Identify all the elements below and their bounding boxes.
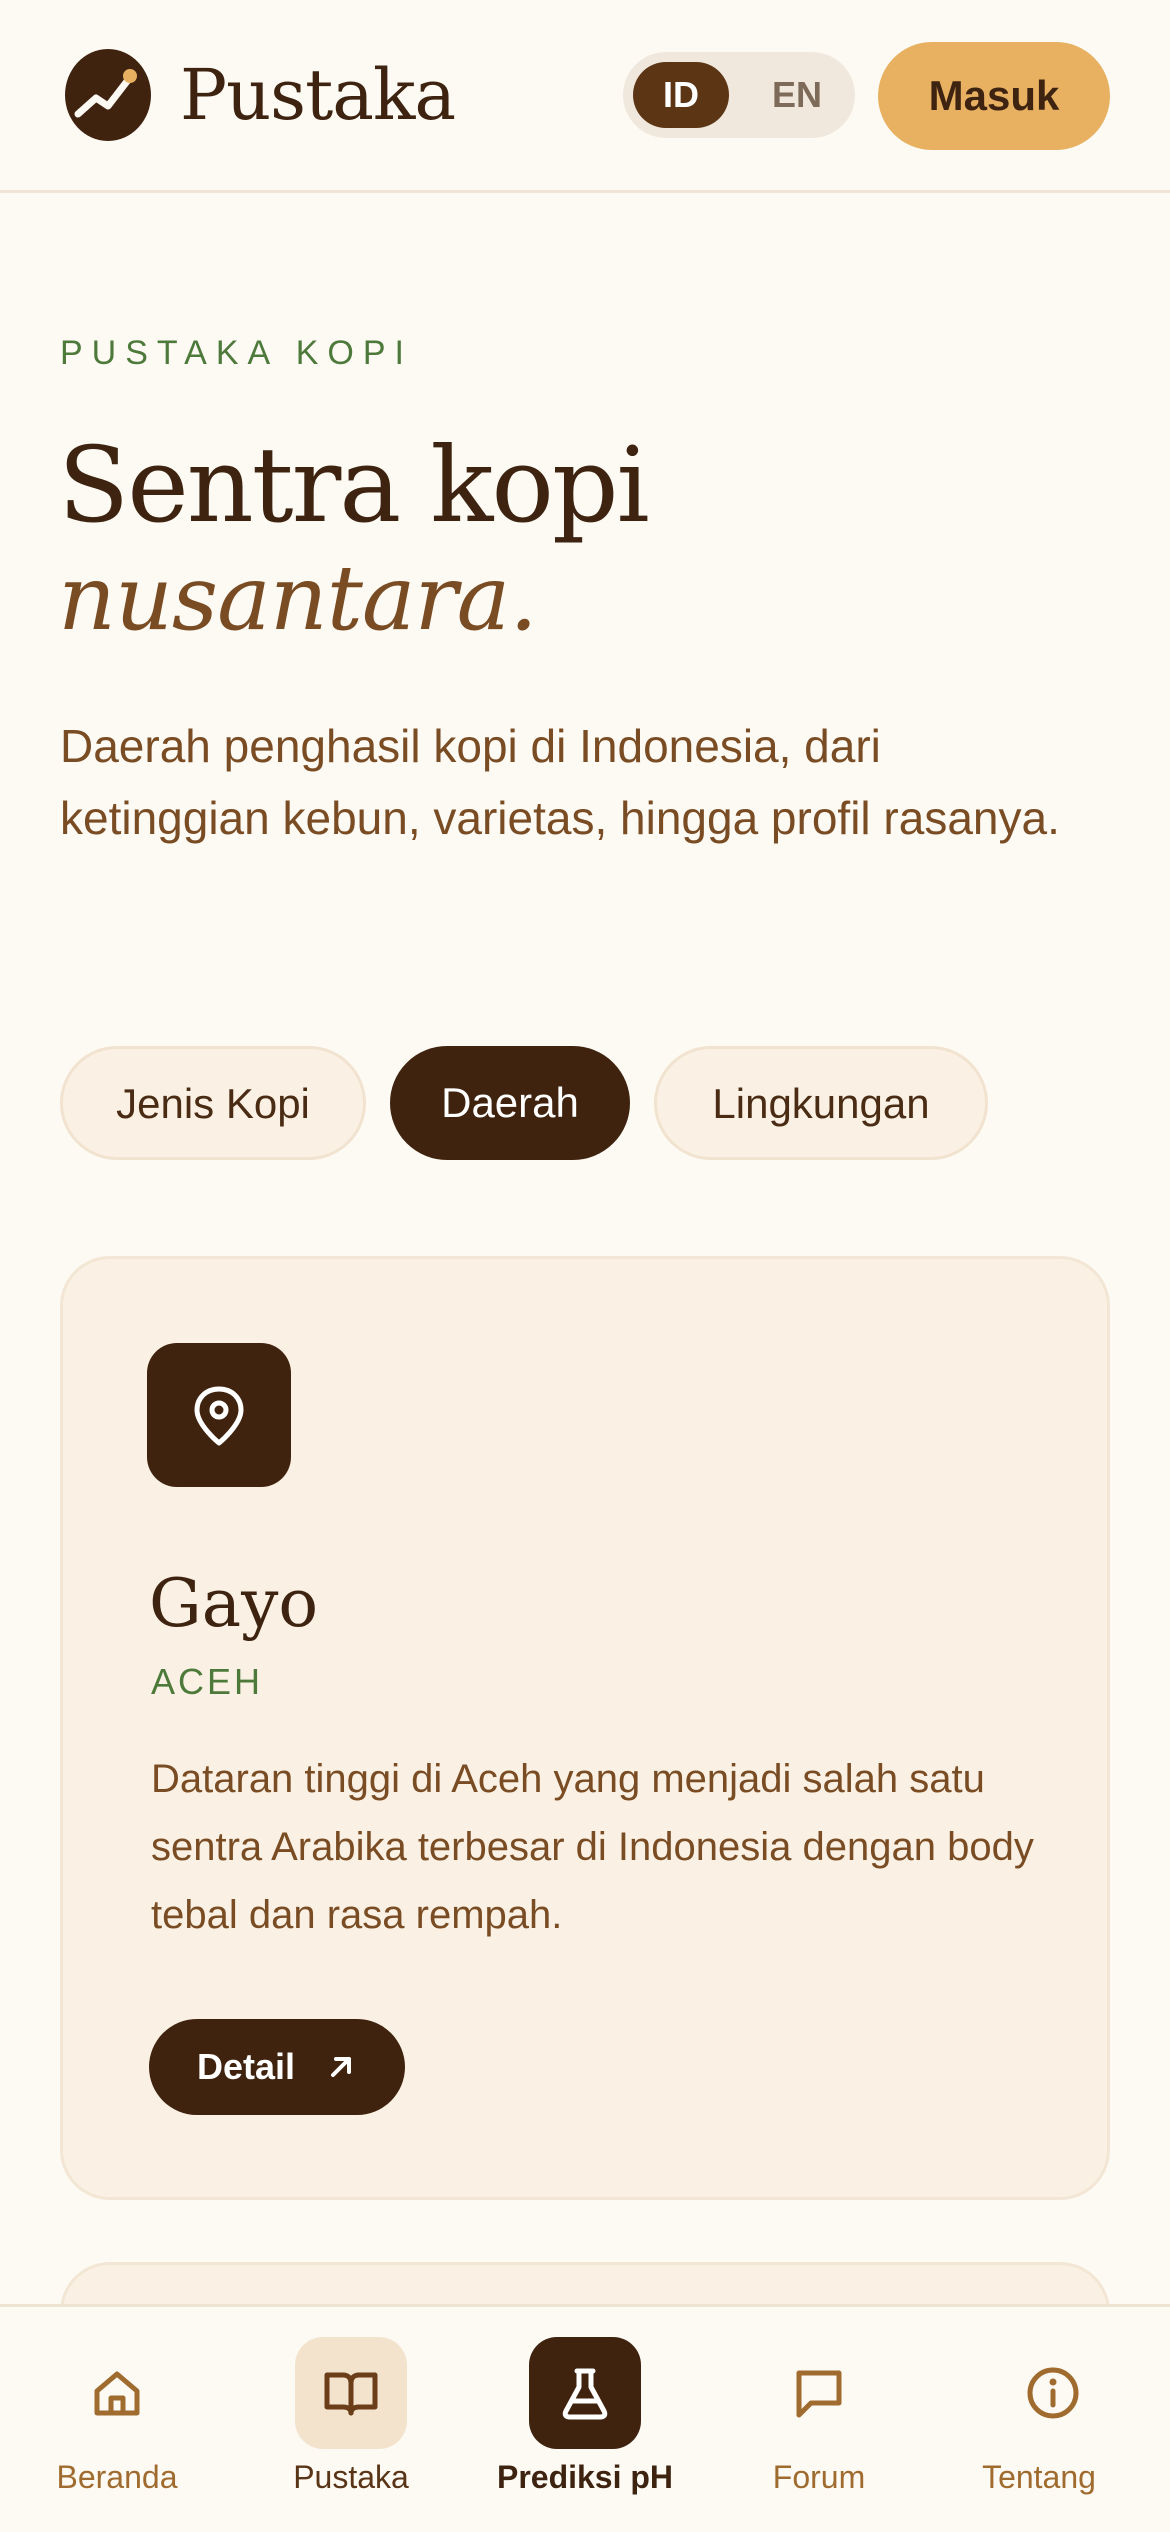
region-card: Gayo ACEH Dataran tinggi di Aceh yang me…: [60, 1256, 1110, 2200]
bottom-navigation: Beranda Pustaka Prediksi pH Forum Tentan…: [0, 2304, 1170, 2532]
map-pin-icon: [147, 1343, 291, 1487]
page-title-italic: nusantara.: [58, 546, 538, 651]
arrow-up-right-icon: [331, 2057, 351, 2077]
nav-item-prediksi-ph[interactable]: Prediksi pH: [468, 2307, 702, 2532]
nav-label-forum: Forum: [772, 2459, 866, 2495]
region-title: Gayo: [149, 1565, 319, 1642]
section-eyebrow: PUSTAKA KOPI: [60, 334, 414, 372]
top-header: Pustaka ID EN Masuk: [0, 0, 1170, 193]
nav-item-beranda[interactable]: Beranda: [0, 2307, 234, 2532]
info-icon: [997, 2337, 1109, 2449]
lang-option-en[interactable]: EN: [749, 62, 845, 128]
nav-label-pustaka: Pustaka: [293, 2459, 409, 2495]
lang-option-id[interactable]: ID: [633, 62, 729, 128]
nav-item-pustaka[interactable]: Pustaka: [234, 2307, 468, 2532]
chat-icon: [763, 2337, 875, 2449]
nav-label-prediksi-ph: Prediksi pH: [496, 2459, 674, 2495]
region-province: ACEH: [151, 1661, 264, 1702]
flask-icon: [529, 2337, 641, 2449]
logo-icon[interactable]: [64, 48, 152, 142]
nav-item-tentang[interactable]: Tentang: [936, 2307, 1170, 2532]
home-icon: [61, 2337, 173, 2449]
detail-button[interactable]: Detail: [149, 2019, 405, 2115]
language-toggle[interactable]: ID EN: [623, 52, 855, 138]
nav-label-beranda: Beranda: [56, 2459, 178, 2495]
book-icon: [295, 2337, 407, 2449]
login-button[interactable]: Masuk: [878, 42, 1110, 150]
page-lead: Daerah penghasil kopi di Indonesia, dari…: [60, 720, 1060, 844]
filter-chip-daerah[interactable]: Daerah: [390, 1046, 630, 1160]
filter-chip-jenis-kopi[interactable]: Jenis Kopi: [60, 1046, 366, 1160]
detail-button-label: Detail: [197, 2046, 296, 2087]
region-description: Dataran tinggi di Aceh yang menjadi sala…: [151, 1757, 1034, 1937]
nav-label-tentang: Tentang: [982, 2459, 1096, 2495]
nav-item-forum[interactable]: Forum: [702, 2307, 936, 2532]
page-title: Sentra kopi: [58, 424, 650, 546]
filter-chip-lingkungan[interactable]: Lingkungan: [654, 1046, 988, 1160]
brand-name[interactable]: Pustaka: [180, 50, 456, 140]
